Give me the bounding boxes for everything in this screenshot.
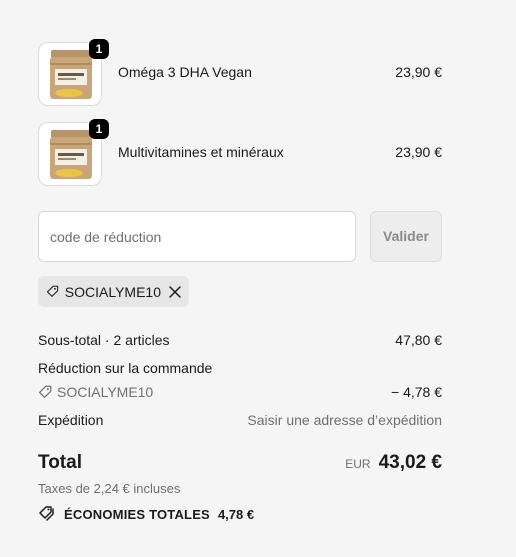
currency-code: EUR <box>345 457 371 471</box>
item-price: 23,90 € <box>395 64 442 80</box>
subtotal-label: Sous-total · 2 articles <box>38 332 170 348</box>
apply-discount-button[interactable]: Valider <box>370 211 442 262</box>
shipping-label: Expédition <box>38 412 104 428</box>
savings-label: ÉCONOMIES TOTALES <box>64 506 210 522</box>
tag-icon <box>39 385 52 398</box>
product-thumbnail: 1 <box>38 119 109 186</box>
order-discount-row: Réduction sur la commande <box>38 360 442 376</box>
shipping-value: Saisir une adresse d’expédition <box>247 412 442 428</box>
total-savings: ÉCONOMIES TOTALES 4,78 € <box>38 506 254 522</box>
close-icon <box>169 285 181 298</box>
product-thumbnail: 1 <box>38 39 109 106</box>
discount-value: − 4,78 € <box>391 384 442 400</box>
remove-discount-button[interactable] <box>169 285 181 298</box>
subtotal-value: 47,80 € <box>395 332 442 348</box>
item-name: Oméga 3 DHA Vegan <box>118 64 252 80</box>
item-name: Multivitamines et minéraux <box>118 144 284 160</box>
savings-amount: 4,78 € <box>217 506 255 522</box>
discount-code-input[interactable] <box>38 211 356 262</box>
order-discount-label: Réduction sur la commande <box>38 360 213 376</box>
tag-icon <box>46 285 59 297</box>
product-jar-image <box>50 50 92 99</box>
item-price: 23,90 € <box>395 144 442 160</box>
total-label: Total <box>38 452 82 473</box>
quantity-badge: 1 <box>89 39 109 59</box>
cart-item: 1 Multivitamines et minéraux 23,90 € <box>38 119 442 186</box>
summary-discount-code: SOCIALYME10 <box>57 384 154 400</box>
applied-discount-chip: SOCIALYME10 <box>38 276 189 307</box>
subtotal-row: Sous-total · 2 articles 47,80 € <box>38 332 442 348</box>
cart-item: 1 Oméga 3 DHA Vegan 23,90 € <box>38 39 442 106</box>
taxes-note: Taxes de 2,24 € incluses <box>38 481 181 496</box>
price-tags-icon <box>39 506 54 521</box>
total-amount: 43,02 € <box>378 452 442 473</box>
shipping-row: Expédition Saisir une adresse d’expéditi… <box>38 412 442 428</box>
applied-discount-code: SOCIALYME10 <box>64 283 161 300</box>
quantity-badge: 1 <box>89 119 109 139</box>
product-jar-image <box>50 130 92 179</box>
discount-code-row: SOCIALYME10 − 4,78 € <box>38 384 442 402</box>
total-amount-group: EUR 43,02 € <box>345 452 442 474</box>
